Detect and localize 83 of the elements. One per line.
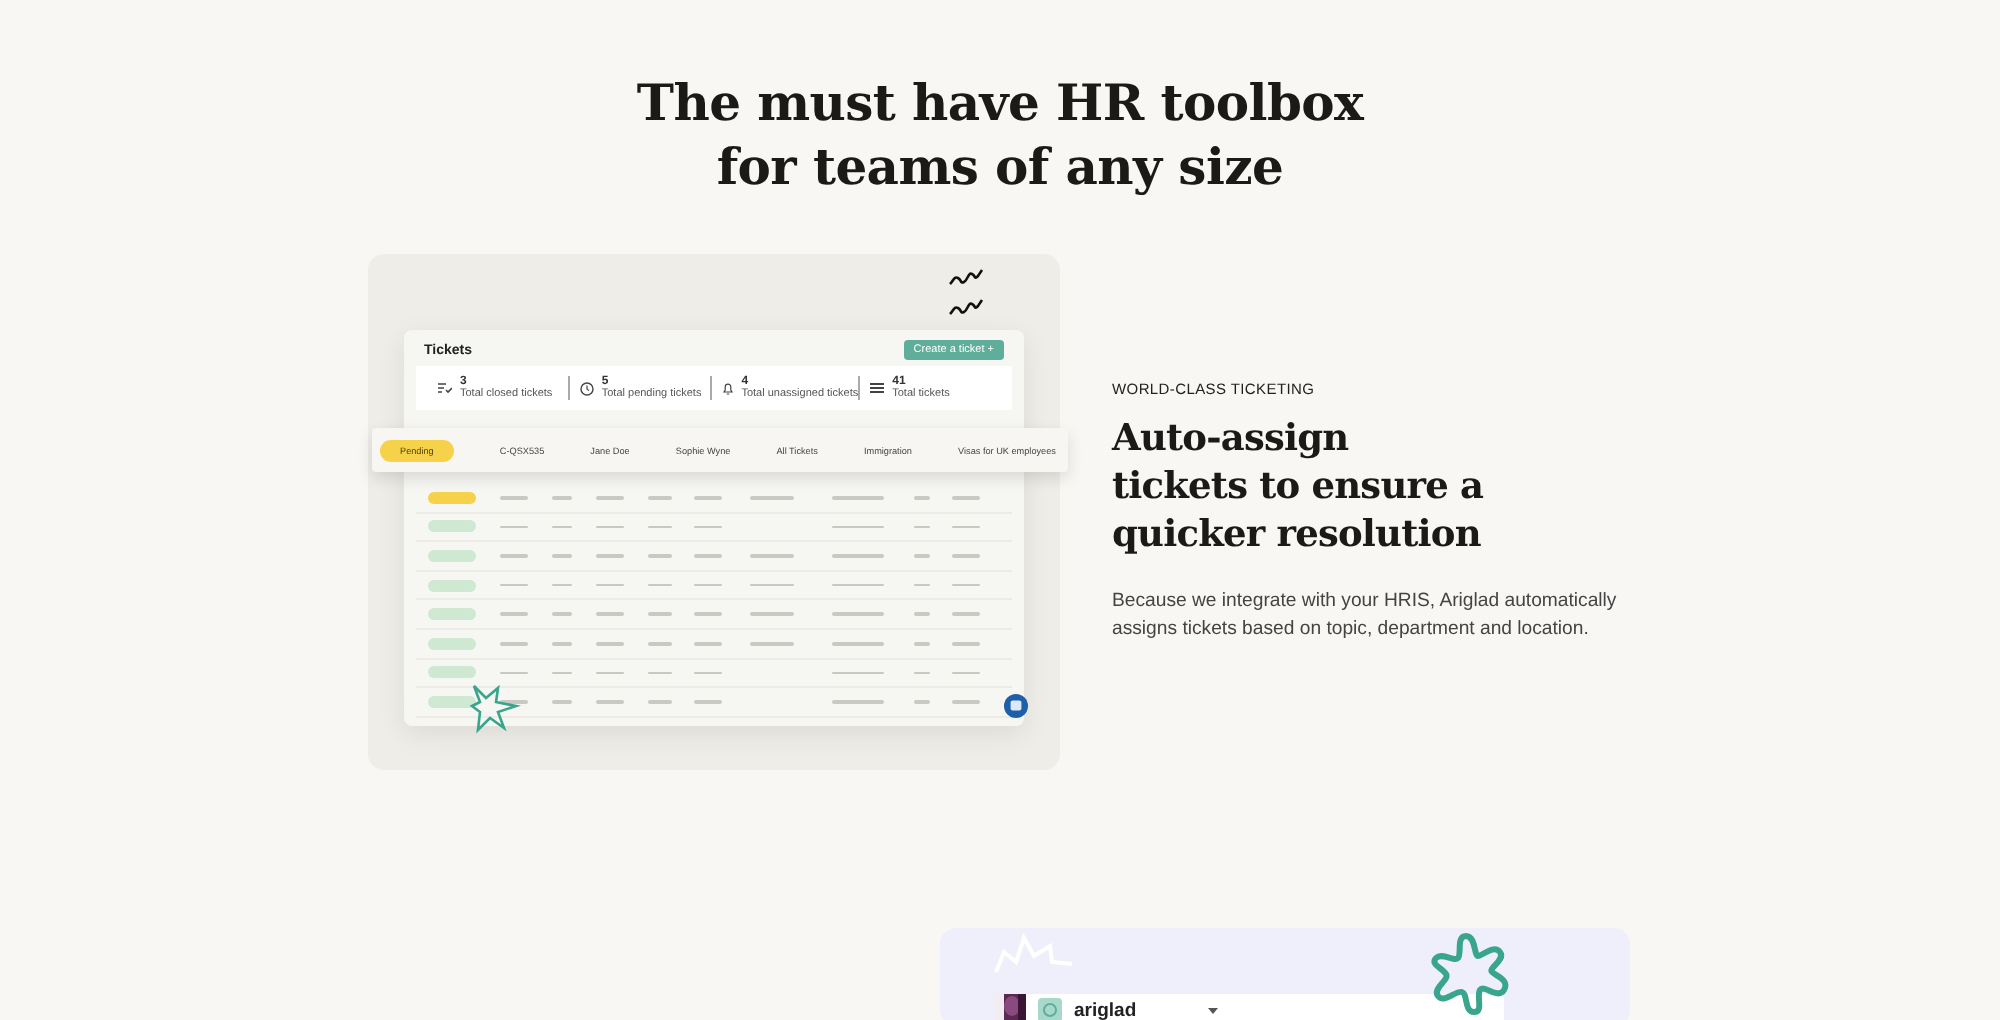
text-line [500,700,528,704]
text-line [914,671,930,675]
text-line [596,583,624,587]
text-line [750,554,794,558]
text-line [832,554,884,558]
text-line [694,612,722,616]
list-check-icon [438,382,452,394]
text-line [694,642,722,646]
clock-icon [579,381,594,395]
bell-icon [721,381,734,395]
caret-icon[interactable] [1208,1007,1219,1013]
text-line [952,496,980,500]
app-logo-icon [1038,998,1062,1020]
text-line [552,554,572,558]
text-line [694,554,722,558]
text-line [832,583,884,587]
text-line [500,554,528,558]
text-line [596,525,624,529]
text-line [648,612,672,616]
text-line [552,525,572,529]
text-line [552,496,572,500]
text-line [500,525,528,529]
text-line [952,583,980,587]
text-line [952,700,980,704]
text-line [914,642,930,646]
text-line [500,612,528,616]
text-line [914,554,930,558]
text-line [832,700,884,704]
squiggle-icon [948,266,984,318]
feature-title: Auto-assign tickets to ensure a quicker resolution [1112,416,1486,560]
text-line [750,642,794,646]
page-heading: The must have HR toolbox for teams of any size [636,72,1364,200]
list-icon [870,382,885,394]
text-line [596,554,624,558]
text-line [648,496,672,500]
text-line [832,642,884,646]
text-line [914,700,930,704]
text-line [500,496,528,500]
text-line [914,583,930,587]
text-line [596,612,624,616]
text-line [500,583,528,587]
text-line [648,700,672,704]
text-line [552,642,572,646]
text-line [648,671,672,675]
text-line [914,525,930,529]
text-line [694,525,722,529]
feature-description: Because we integrate with your HRIS, Ariglad automatically assigns tickets based on topic, department and location. [1112,588,1619,644]
text-line [952,525,980,529]
text-line [914,496,930,500]
text-line [552,583,572,587]
text-line [952,554,980,558]
text-line [552,671,572,675]
text-line [648,554,672,558]
text-line [552,612,572,616]
text-line [952,671,980,675]
text-line [596,700,624,704]
text-line [694,583,722,587]
text-line [694,700,722,704]
text-line [832,525,884,529]
text-line [952,612,980,616]
text-line [750,583,794,587]
text-line [832,612,884,616]
text-line [648,583,672,587]
workspace-name[interactable]: ariglad [1074,999,1137,1020]
text-line [648,525,672,529]
text-line [596,671,624,675]
chat-icon[interactable] [1004,693,1028,718]
text-line [914,612,930,616]
text-line [832,671,884,675]
text-line [694,671,722,675]
text-line [500,642,528,646]
text-line [694,496,722,500]
text-line [750,612,794,616]
text-line [648,642,672,646]
starburst-icon [468,682,524,734]
flower-icon [1426,928,1514,1020]
text-line [832,496,884,500]
text-line [596,496,624,500]
text-line [750,496,794,500]
text-line [500,671,528,675]
text-line [552,700,572,704]
text-line [952,642,980,646]
text-line [596,642,624,646]
